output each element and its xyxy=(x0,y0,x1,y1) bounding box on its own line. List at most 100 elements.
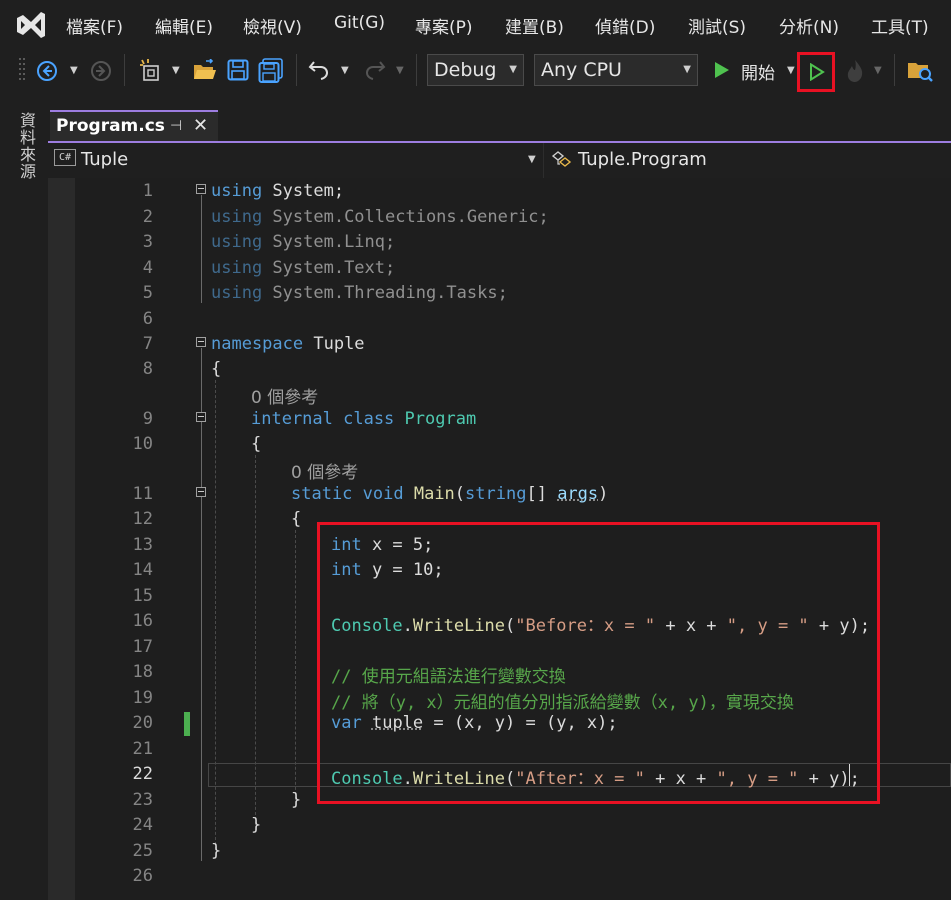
menu-git[interactable]: Git(G) xyxy=(334,13,385,33)
menu-test[interactable]: 測試(S) xyxy=(688,13,746,38)
toolbar: ▼ ▼ ▼ ▼ Debug ▼ Any CPU ▼ 開始 ▼ ▼ xyxy=(0,48,951,94)
toolbar-separator xyxy=(894,54,895,86)
editor-margin xyxy=(48,178,75,900)
type-scope-dropdown[interactable]: Tuple.Program xyxy=(578,149,707,170)
chevron-down-icon: ▼ xyxy=(509,64,517,75)
toolbar-grip-icon[interactable] xyxy=(18,56,26,86)
new-project-dropdown-icon[interactable]: ▼ xyxy=(172,65,180,76)
fold-toggle-icon[interactable] xyxy=(196,184,206,194)
fold-toggle-icon[interactable] xyxy=(196,337,206,347)
menu-debug[interactable]: 偵錯(D) xyxy=(595,13,655,38)
code-line: } xyxy=(251,815,262,835)
tab-program-cs[interactable]: Program.cs ⊣ ✕ xyxy=(50,110,218,142)
new-project-icon[interactable] xyxy=(138,58,164,84)
hot-reload-dropdown-icon[interactable]: ▼ xyxy=(874,65,882,76)
start-debugging-button[interactable]: 開始 ▼ xyxy=(710,54,796,86)
pin-icon[interactable]: ⊣ xyxy=(170,118,182,134)
code-line: } xyxy=(211,841,222,861)
code-line: internal class Program xyxy=(251,409,477,429)
line-number: 13 xyxy=(132,535,153,555)
line-number: 20 xyxy=(132,713,153,733)
toolbar-separator xyxy=(416,54,417,86)
start-without-debugging-button[interactable] xyxy=(797,52,835,92)
line-number: 23 xyxy=(132,790,153,810)
line-number: 25 xyxy=(132,841,153,861)
nav-divider xyxy=(543,143,544,178)
open-folder-icon[interactable] xyxy=(192,59,218,83)
line-number: 9 xyxy=(142,409,153,429)
solution-configuration-dropdown[interactable]: Debug ▼ xyxy=(427,54,524,86)
save-icon[interactable] xyxy=(227,59,249,81)
line-number: 4 xyxy=(142,258,153,278)
code-line: static void Main(string[] args) xyxy=(291,484,609,504)
highlight-annotation-box xyxy=(317,522,880,804)
code-line: { xyxy=(251,434,262,454)
undo-dropdown-icon[interactable]: ▼ xyxy=(341,65,349,76)
line-number: 14 xyxy=(132,560,153,580)
side-panel-strip: 資料來源 xyxy=(0,94,48,900)
code-line: using System.Text; xyxy=(211,258,396,278)
redo-icon[interactable] xyxy=(362,59,386,81)
hot-reload-icon[interactable] xyxy=(844,58,866,84)
line-number: 19 xyxy=(132,688,153,708)
line-number: 1 xyxy=(142,181,153,201)
save-all-icon[interactable] xyxy=(258,58,284,84)
fold-toggle-icon[interactable] xyxy=(196,412,206,422)
menu-edit[interactable]: 編輯(E) xyxy=(155,13,213,38)
toolbar-separator xyxy=(296,54,297,86)
code-line: } xyxy=(291,790,302,810)
menu-build[interactable]: 建置(B) xyxy=(505,13,564,38)
outline-line xyxy=(201,348,202,861)
indent-guide xyxy=(295,530,296,800)
code-line: using System.Threading.Tasks; xyxy=(211,283,508,303)
solution-explorer-search-icon[interactable] xyxy=(906,58,934,84)
code-line: { xyxy=(211,359,222,379)
line-number: 21 xyxy=(132,739,153,759)
class-icon xyxy=(551,151,572,167)
line-number: 17 xyxy=(132,637,153,657)
solution-platform-dropdown[interactable]: Any CPU ▼ xyxy=(534,54,698,86)
toolbar-separator xyxy=(124,54,125,86)
code-line: namespace Tuple xyxy=(211,334,365,354)
line-number: 10 xyxy=(132,434,153,454)
navigate-back-icon[interactable] xyxy=(36,60,58,82)
codelens-references[interactable]: 0 個參考 xyxy=(291,458,358,483)
code-line: using System.Linq; xyxy=(211,232,396,252)
undo-icon[interactable] xyxy=(308,59,332,81)
menu-bar: 檔案(F) 編輯(E) 檢視(V) Git(G) 專案(P) 建置(B) 偵錯(… xyxy=(0,0,951,48)
menu-project[interactable]: 專案(P) xyxy=(415,13,473,38)
csharp-project-icon: C# xyxy=(54,149,76,166)
solution-platform-value: Any CPU xyxy=(541,59,622,81)
close-icon[interactable]: ✕ xyxy=(193,115,208,136)
menu-tools[interactable]: 工具(T) xyxy=(871,13,929,38)
chevron-down-icon[interactable]: ▼ xyxy=(528,154,536,165)
menu-view[interactable]: 檢視(V) xyxy=(243,13,302,38)
line-number: 15 xyxy=(132,586,153,606)
menu-analyze[interactable]: 分析(N) xyxy=(779,13,839,38)
outline-line xyxy=(201,195,202,303)
change-marker xyxy=(184,712,190,736)
line-number-current: 22 xyxy=(132,764,153,784)
line-number: 18 xyxy=(132,662,153,682)
line-number: 7 xyxy=(142,334,153,354)
redo-dropdown-icon[interactable]: ▼ xyxy=(396,65,404,76)
line-number: 26 xyxy=(132,866,153,886)
fold-toggle-icon[interactable] xyxy=(196,487,206,497)
codelens-references[interactable]: 0 個參考 xyxy=(251,383,318,408)
play-outline-icon xyxy=(810,63,825,81)
start-button-label: 開始 xyxy=(741,64,775,84)
navigation-bar: C# Tuple ▼ Tuple.Program xyxy=(48,143,951,179)
line-number: 12 xyxy=(132,509,153,529)
project-scope-dropdown[interactable]: Tuple xyxy=(81,149,128,170)
play-icon xyxy=(715,62,729,78)
line-number: 3 xyxy=(142,232,153,252)
navigate-forward-icon[interactable] xyxy=(90,60,112,82)
solution-configuration-value: Debug xyxy=(434,59,497,81)
chevron-down-icon: ▼ xyxy=(683,64,691,75)
navigate-back-dropdown-icon[interactable]: ▼ xyxy=(70,65,78,76)
data-sources-tab[interactable]: 資料來源 xyxy=(14,112,38,180)
line-number: 8 xyxy=(142,359,153,379)
menu-file[interactable]: 檔案(F) xyxy=(66,13,123,38)
tab-label: Program.cs xyxy=(56,116,165,136)
code-line: using System; xyxy=(211,181,345,201)
